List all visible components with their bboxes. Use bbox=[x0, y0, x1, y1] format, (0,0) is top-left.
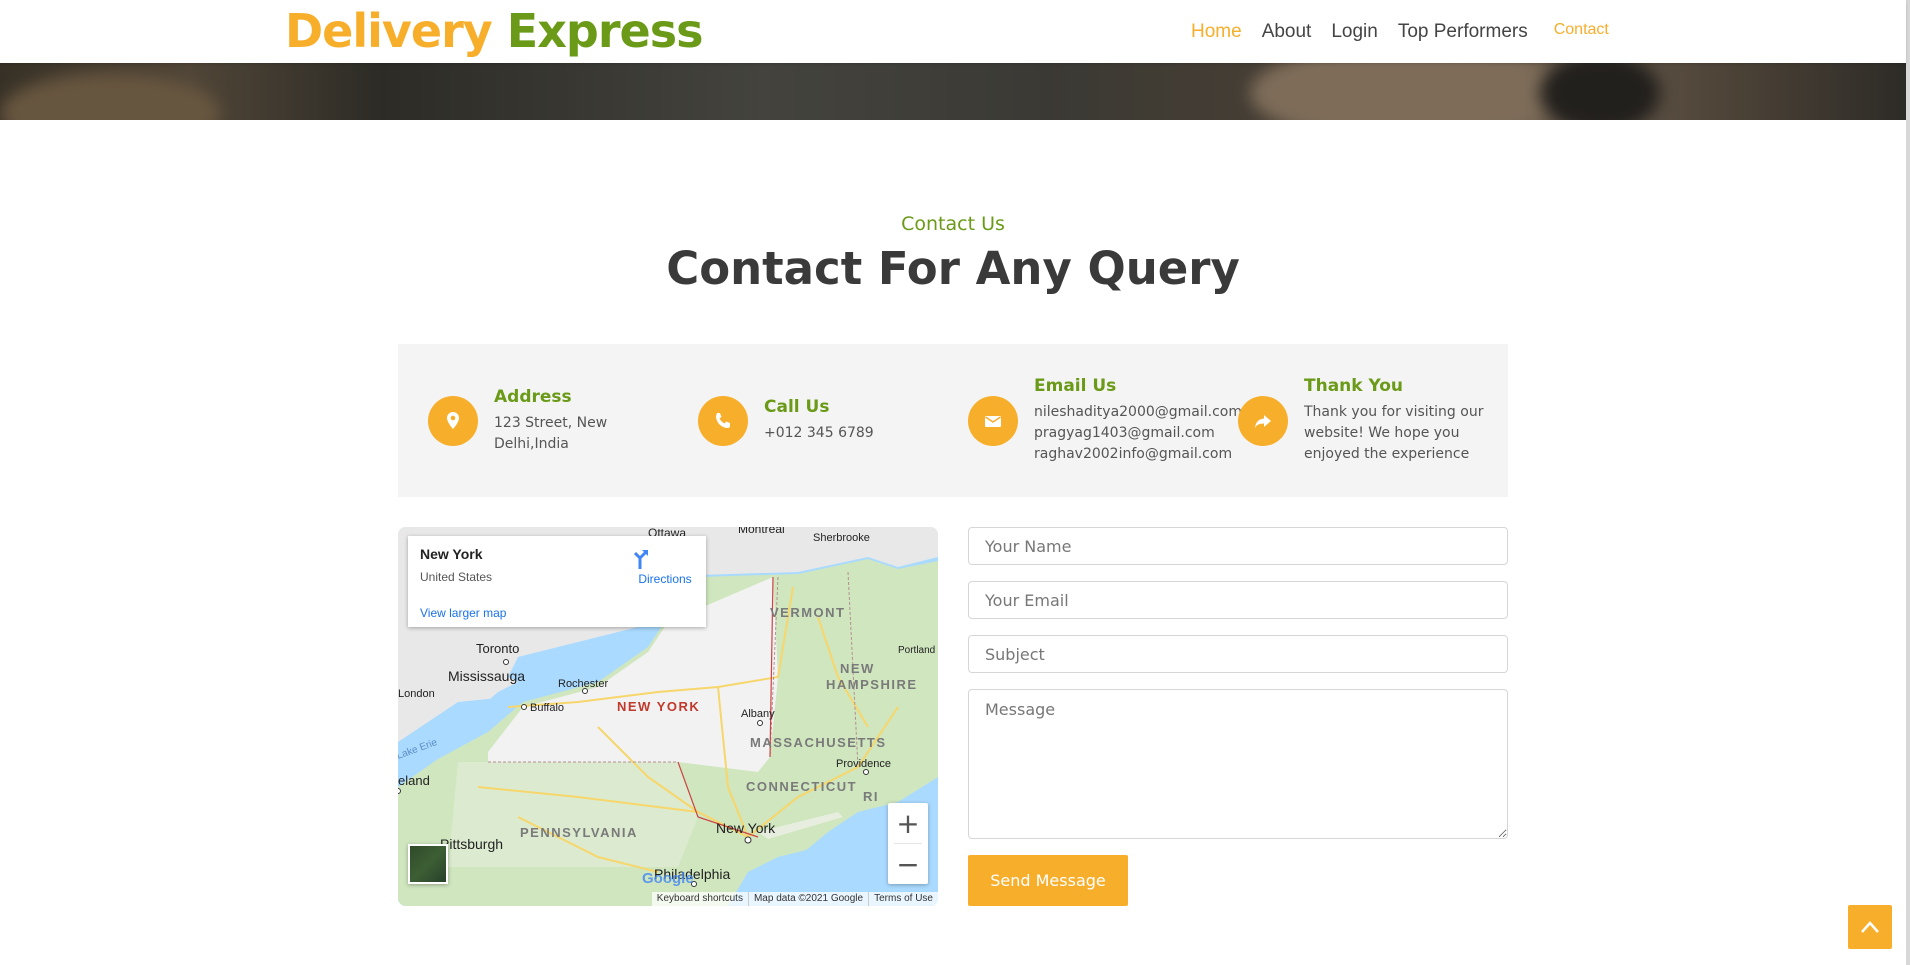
section-title: Contact For Any Query bbox=[666, 242, 1240, 295]
hero-blur-shape bbox=[1540, 63, 1660, 120]
map-label-massachusetts: MASSACHUSETTS bbox=[750, 735, 887, 750]
info-email-line: raghav2002info@gmail.com bbox=[1034, 446, 1233, 462]
info-address-heading: Address bbox=[494, 386, 572, 407]
map-label-new-york-city: New York bbox=[716, 820, 776, 836]
map-label-buffalo: Buffalo bbox=[530, 702, 564, 714]
map-place-name: New York bbox=[420, 546, 483, 562]
map-label-new-hampshire-line2: HAMPSHIRE bbox=[826, 677, 918, 692]
map-label-albany: Albany bbox=[741, 708, 775, 720]
map-data-credit: Map data ©2021 Google bbox=[747, 892, 868, 906]
name-input[interactable] bbox=[968, 527, 1508, 565]
map-place-country: United States bbox=[420, 570, 493, 584]
map-marker-icon bbox=[428, 395, 478, 446]
map-place-card: New York United States View larger map D… bbox=[408, 536, 706, 627]
zoom-in-button[interactable]: + bbox=[888, 803, 928, 843]
page-scrollbar[interactable] bbox=[1906, 0, 1910, 965]
embedded-map[interactable]: Ottawa Montreal Sherbrooke VERMONT Toron… bbox=[398, 527, 938, 906]
navbar: Delivery Express Home About Login Top Pe… bbox=[0, 0, 1906, 63]
brand-part-express: Express bbox=[506, 4, 704, 58]
phone-icon bbox=[698, 395, 748, 446]
subject-input[interactable] bbox=[968, 635, 1508, 673]
info-email-line: nileshaditya2000@gmail.com bbox=[1034, 404, 1243, 420]
brand-part-delivery: Delivery bbox=[285, 4, 493, 58]
map-label-vermont: VERMONT bbox=[770, 605, 846, 620]
map-label-new-york-state: NEW YORK bbox=[617, 699, 700, 714]
zoom-out-button[interactable]: − bbox=[888, 844, 928, 884]
send-message-button[interactable]: Send Message bbox=[968, 855, 1128, 906]
brand-logo[interactable]: Delivery Express bbox=[285, 2, 704, 60]
map-label-providence: Providence bbox=[836, 758, 891, 770]
envelope-icon bbox=[968, 395, 1018, 446]
info-thanks-heading: Thank You bbox=[1304, 376, 1404, 396]
map-label-connecticut: CONNECTICUT bbox=[746, 779, 857, 794]
info-address-line: Delhi,India bbox=[494, 435, 569, 452]
directions-icon bbox=[633, 549, 649, 569]
chevron-up-icon bbox=[1861, 921, 1879, 933]
hero-banner-image bbox=[0, 63, 1906, 120]
info-address-line: 123 Street, New bbox=[494, 414, 608, 431]
nav-about[interactable]: About bbox=[1262, 21, 1312, 43]
info-address: Address 123 Street, New Delhi,India bbox=[428, 344, 607, 497]
info-thanks-line: Thank you for visiting our bbox=[1304, 404, 1484, 420]
directions-button[interactable]: Directions bbox=[630, 548, 700, 586]
info-thanks-line: enjoyed the experience bbox=[1304, 446, 1470, 462]
map-label-portland: Portland bbox=[898, 645, 935, 656]
map-label-cleveland: eland bbox=[398, 773, 430, 788]
google-logo: Google bbox=[642, 870, 694, 887]
back-to-top-button[interactable] bbox=[1848, 905, 1892, 949]
map-label-ri: RI bbox=[863, 789, 879, 804]
view-larger-map-link[interactable]: View larger map bbox=[420, 606, 506, 620]
keyboard-shortcuts-link[interactable]: Keyboard shortcuts bbox=[652, 892, 748, 906]
map-label-london: London bbox=[398, 688, 435, 700]
share-icon bbox=[1238, 395, 1288, 446]
info-thanks: Thank You Thank you for visiting our web… bbox=[1238, 344, 1483, 497]
hero-blur-shape bbox=[1250, 63, 1570, 120]
info-call: Call Us +012 345 6789 bbox=[698, 344, 874, 497]
info-email: Email Us nileshaditya2000@gmail.com prag… bbox=[968, 344, 1242, 497]
email-input[interactable] bbox=[968, 581, 1508, 619]
info-email-heading: Email Us bbox=[1034, 376, 1117, 396]
satellite-toggle[interactable] bbox=[408, 844, 448, 884]
map-label-toronto: Toronto bbox=[476, 641, 519, 656]
map-label-montreal: Montreal bbox=[738, 527, 785, 536]
terms-of-use-link[interactable]: Terms of Use bbox=[868, 892, 938, 906]
map-attribution: Keyboard shortcuts Map data ©2021 Google… bbox=[651, 892, 938, 906]
info-email-line: pragyag1403@gmail.com bbox=[1034, 425, 1215, 441]
nav-login[interactable]: Login bbox=[1331, 21, 1378, 43]
info-call-heading: Call Us bbox=[764, 397, 830, 417]
map-label-pittsburgh: Pittsburgh bbox=[440, 836, 503, 852]
section-subtitle: Contact Us bbox=[901, 213, 1005, 235]
nav-home[interactable]: Home bbox=[1191, 21, 1242, 43]
directions-label: Directions bbox=[638, 572, 692, 586]
hero-blur-shape bbox=[0, 73, 220, 120]
info-thanks-line: website! We hope you bbox=[1304, 425, 1460, 441]
map-label-pennsylvania: PENNSYLVANIA bbox=[520, 825, 638, 840]
nav-contact[interactable]: Contact bbox=[1554, 21, 1609, 39]
nav-top-performers[interactable]: Top Performers bbox=[1398, 21, 1528, 43]
map-label-mississauga: Mississauga bbox=[448, 668, 525, 684]
contact-info-panel: Address 123 Street, New Delhi,India Call… bbox=[398, 344, 1508, 497]
map-label-rochester: Rochester bbox=[558, 678, 608, 690]
map-label-sherbrooke: Sherbrooke bbox=[813, 532, 870, 544]
map-label-new-hampshire-line1: NEW bbox=[840, 661, 875, 676]
info-call-line: +012 345 6789 bbox=[764, 425, 874, 441]
message-textarea[interactable] bbox=[968, 689, 1508, 839]
main-nav: Home About Login Top Performers Contact bbox=[1191, 0, 1629, 63]
map-zoom-controls: + − bbox=[888, 803, 928, 884]
